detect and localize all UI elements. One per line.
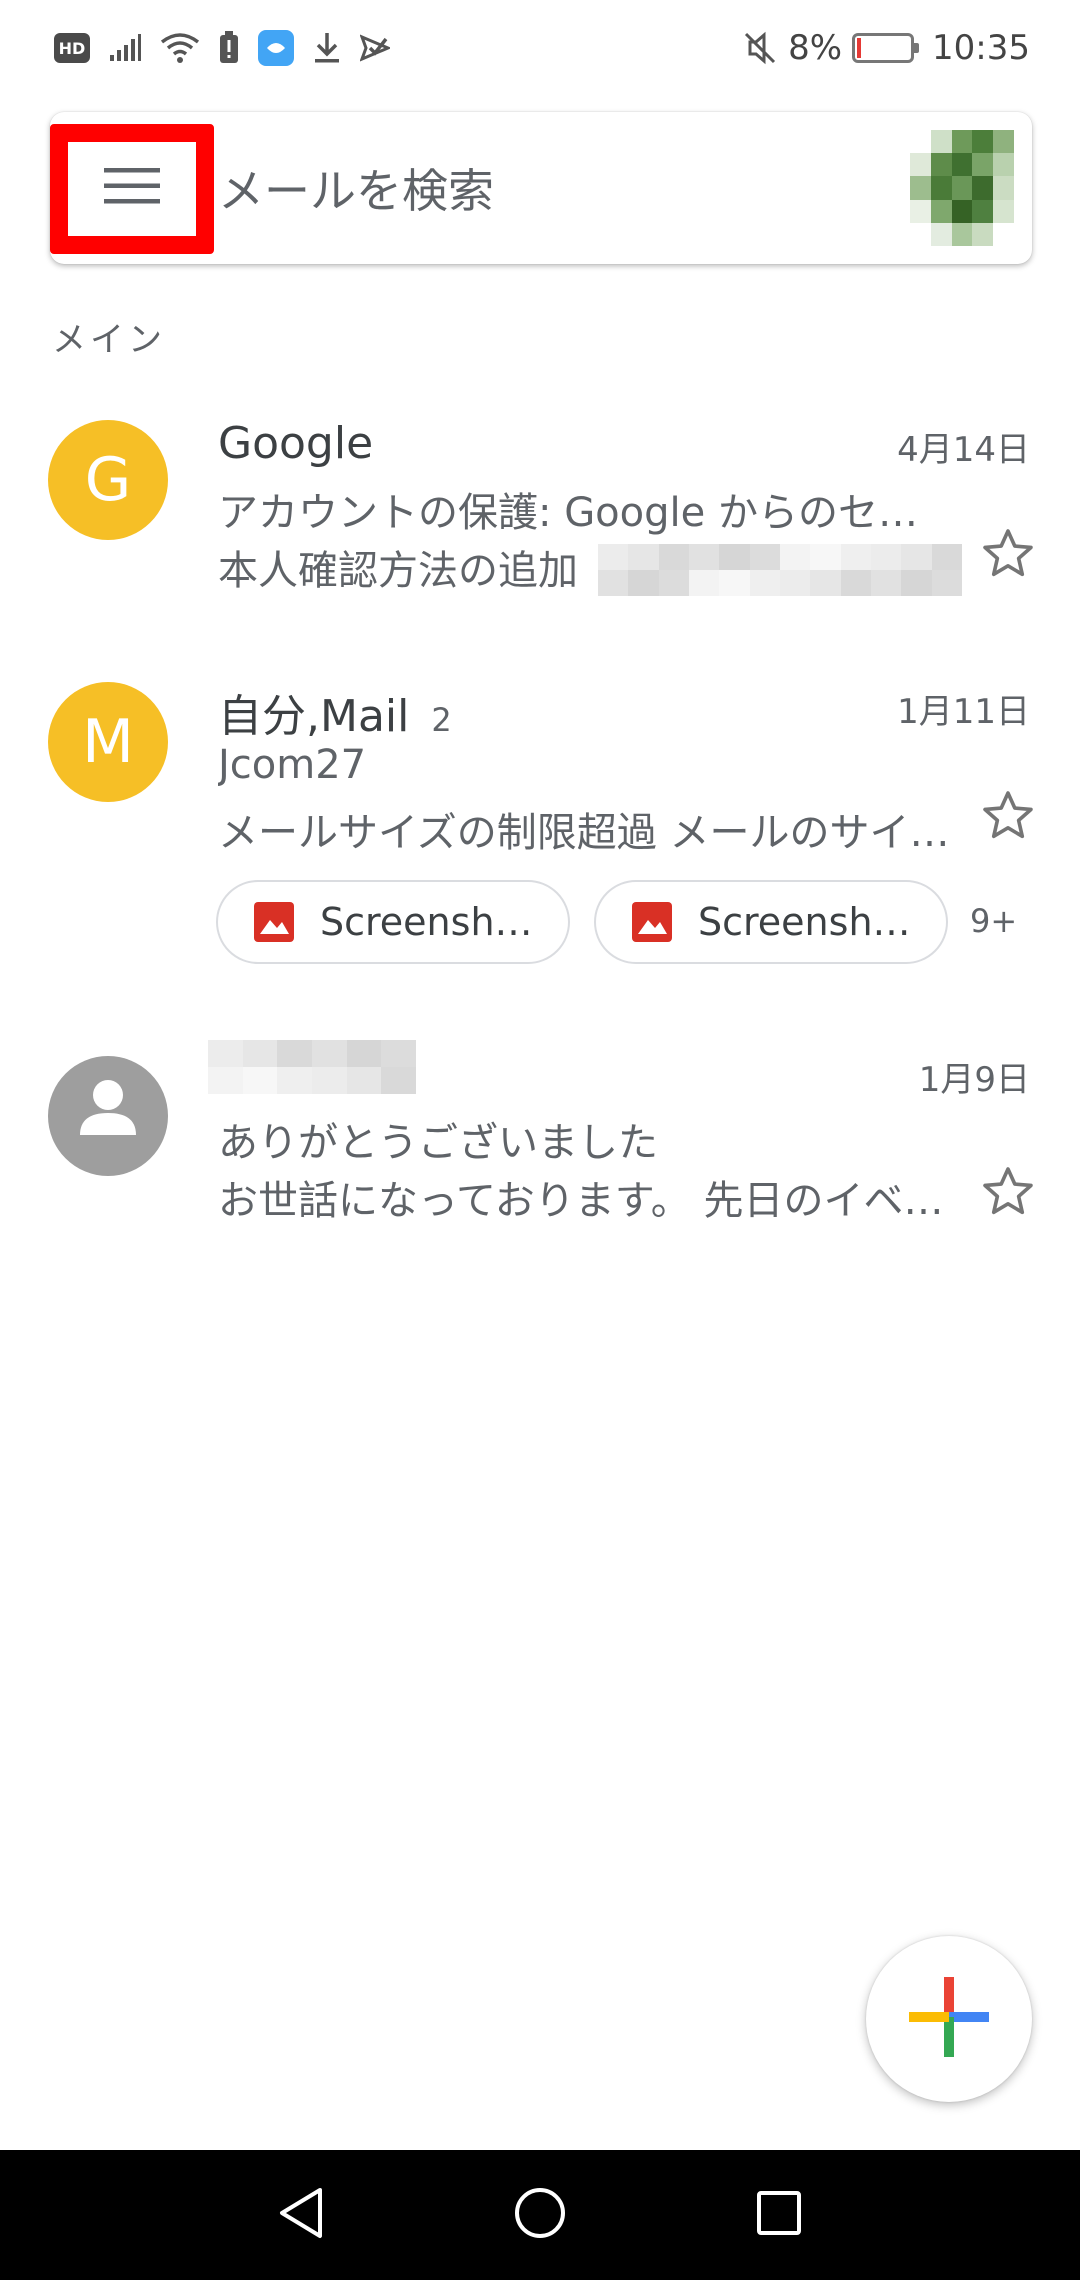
mute-icon	[742, 30, 778, 66]
mail-snippet: メールサイズの制限超過 メールのサイ…	[218, 810, 950, 856]
sender-avatar	[48, 1056, 168, 1176]
gmail-inbox-screen: HD 8% 10:35 メールを検索 メイン G Google 4月14日 アカ…	[0, 0, 1080, 2280]
clock: 10:35	[932, 28, 1030, 68]
mail-subject: Jcom27	[218, 742, 367, 788]
recents-icon	[755, 2189, 803, 2241]
person-icon	[68, 1069, 148, 1164]
mail-list-item[interactable]: G Google 4月14日 アカウントの保護: Google からのセ… 本人…	[0, 410, 1080, 620]
attachment-chip[interactable]: Screensh…	[594, 880, 948, 964]
mail-sender: 自分,Mail 2	[218, 680, 452, 744]
home-button[interactable]	[505, 2180, 575, 2250]
back-button[interactable]	[266, 2180, 336, 2250]
redacted-snippet	[598, 544, 962, 596]
download-icon	[312, 31, 342, 65]
mail-snippet: お世話になっております。 先日のイベ…	[218, 1178, 944, 1224]
mail-snippet: 本人確認方法の追加	[218, 548, 578, 594]
compose-plus-icon	[909, 1977, 989, 2061]
hd-icon: HD	[54, 33, 90, 63]
mail-list-item[interactable]: 1月9日 ありがとうございました お世話になっております。 先日のイベ…	[0, 1040, 1080, 1250]
search-bar[interactable]: メールを検索	[50, 112, 1032, 264]
compose-button[interactable]	[866, 1936, 1032, 2102]
battery-percent: 8%	[788, 28, 843, 68]
mail-date: 4月14日	[897, 430, 1030, 470]
attachment-chip[interactable]: Screensh…	[216, 880, 570, 964]
star-icon[interactable]	[976, 784, 1040, 848]
mail-date: 1月9日	[918, 1060, 1030, 1100]
sender-avatar: M	[48, 682, 168, 802]
attachment-name: Screensh…	[320, 900, 533, 944]
navigation-bar	[0, 2150, 1080, 2280]
menu-icon	[102, 164, 162, 212]
menu-button[interactable]	[50, 124, 214, 252]
back-icon	[276, 2186, 326, 2244]
status-left-icons: HD	[54, 26, 390, 70]
wifi-icon	[160, 32, 200, 64]
more-attachments: 9+	[970, 902, 1018, 940]
mail-list-item[interactable]: M 自分,Mail 2 1月11日 Jcom27 メールサイズの制限超過 メールの…	[0, 672, 1080, 992]
signal-icon	[108, 33, 142, 63]
redacted-sender	[208, 1040, 416, 1094]
mail-sender-name: 自分,Mail	[218, 691, 410, 742]
search-input[interactable]: メールを検索	[218, 112, 494, 264]
attachment-name: Screensh…	[698, 900, 911, 944]
mail-sender: Google	[218, 418, 374, 469]
home-icon	[513, 2186, 567, 2244]
alert-battery-icon	[218, 31, 240, 65]
battery-icon	[852, 33, 920, 63]
status-bar: HD 8% 10:35	[0, 0, 1080, 96]
mail-subject: ありがとうございました	[218, 1120, 658, 1166]
mail-subject: アカウントの保護: Google からのセ…	[218, 490, 918, 536]
mail-date: 1月11日	[897, 692, 1030, 732]
image-icon	[254, 902, 294, 942]
battery-level	[857, 38, 862, 58]
sender-avatar: G	[48, 420, 168, 540]
star-icon[interactable]	[976, 1160, 1040, 1224]
recents-button[interactable]	[744, 2180, 814, 2250]
section-label: メイン	[52, 320, 166, 360]
status-right-icons: 8% 10:35	[742, 26, 1030, 70]
app-notification-icon	[258, 30, 294, 66]
image-icon	[632, 902, 672, 942]
star-icon[interactable]	[976, 522, 1040, 586]
account-avatar[interactable]	[910, 130, 1014, 246]
thread-count: 2	[431, 701, 452, 739]
send-check-icon	[360, 33, 390, 63]
